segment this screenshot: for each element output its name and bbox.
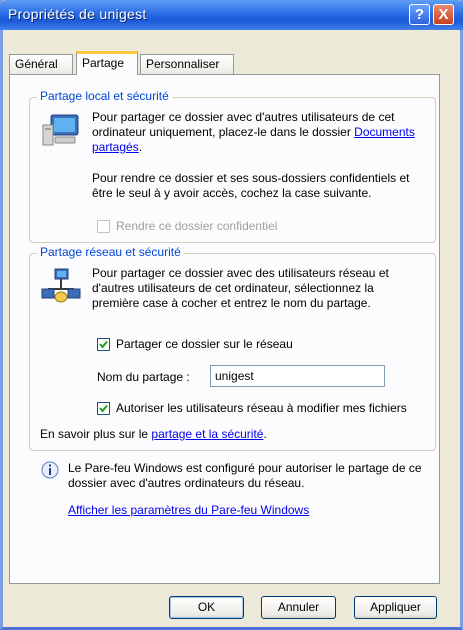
apply-button[interactable]: Appliquer	[354, 596, 437, 619]
network-sharing-title: Partage réseau et sécurité	[37, 245, 184, 259]
learn-more-text: En savoir plus sur le partage et la sécu…	[40, 427, 267, 442]
private-checkbox[interactable]	[97, 220, 110, 233]
firewall-settings-link[interactable]: Afficher les paramètres du Pare-feu Wind…	[68, 503, 309, 518]
window-title: Propriétés de unigest	[8, 6, 147, 22]
computer-icon	[42, 114, 79, 146]
local-sharing-text: Pour partager ce dossier avec d'autres u…	[92, 110, 422, 155]
network-share-icon	[41, 268, 81, 303]
firewall-text: Le Pare-feu Windows est configuré pour a…	[68, 461, 422, 490]
sharing-security-link[interactable]: partage et la sécurité	[151, 427, 263, 441]
share-name-input[interactable]	[210, 365, 385, 387]
local-sharing-period: .	[138, 140, 143, 154]
tab-general[interactable]: Général	[9, 54, 73, 74]
share-on-network-label: Partager ce dossier sur le réseau	[116, 337, 293, 351]
share-name-label: Nom du partage :	[97, 370, 190, 384]
private-description: Pour rendre ce dossier et ses sous-dossi…	[92, 171, 410, 200]
info-icon	[41, 461, 59, 479]
local-sharing-title: Partage local et sécurité	[37, 89, 172, 103]
learn-more-suffix: .	[263, 427, 267, 441]
allow-modify-label: Autoriser les utilisateurs réseau à modi…	[116, 401, 407, 415]
ok-button[interactable]: OK	[169, 596, 244, 619]
share-on-network-checkbox[interactable]	[97, 338, 110, 351]
title-bar[interactable]: Propriétés de unigest ? X	[0, 0, 463, 30]
tab-sharing[interactable]: Partage	[76, 51, 138, 75]
private-checkbox-label: Rendre ce dossier confidentiel	[116, 219, 278, 233]
learn-more-prefix: En savoir plus sur le	[40, 427, 152, 441]
checkmark-icon	[99, 404, 108, 413]
help-button[interactable]: ?	[409, 4, 430, 25]
local-sharing-description: Pour partager ce dossier avec d'autres u…	[92, 110, 395, 139]
tab-customize[interactable]: Personnaliser	[140, 54, 234, 74]
close-button[interactable]: X	[433, 4, 454, 25]
checkmark-icon	[99, 340, 108, 349]
network-sharing-description: Pour partager ce dossier avec des utilis…	[92, 266, 389, 310]
allow-modify-checkbox[interactable]	[97, 402, 110, 415]
tab-panel: Partage local et sécurité Pour partager …	[9, 74, 440, 584]
cancel-button[interactable]: Annuler	[261, 596, 336, 619]
